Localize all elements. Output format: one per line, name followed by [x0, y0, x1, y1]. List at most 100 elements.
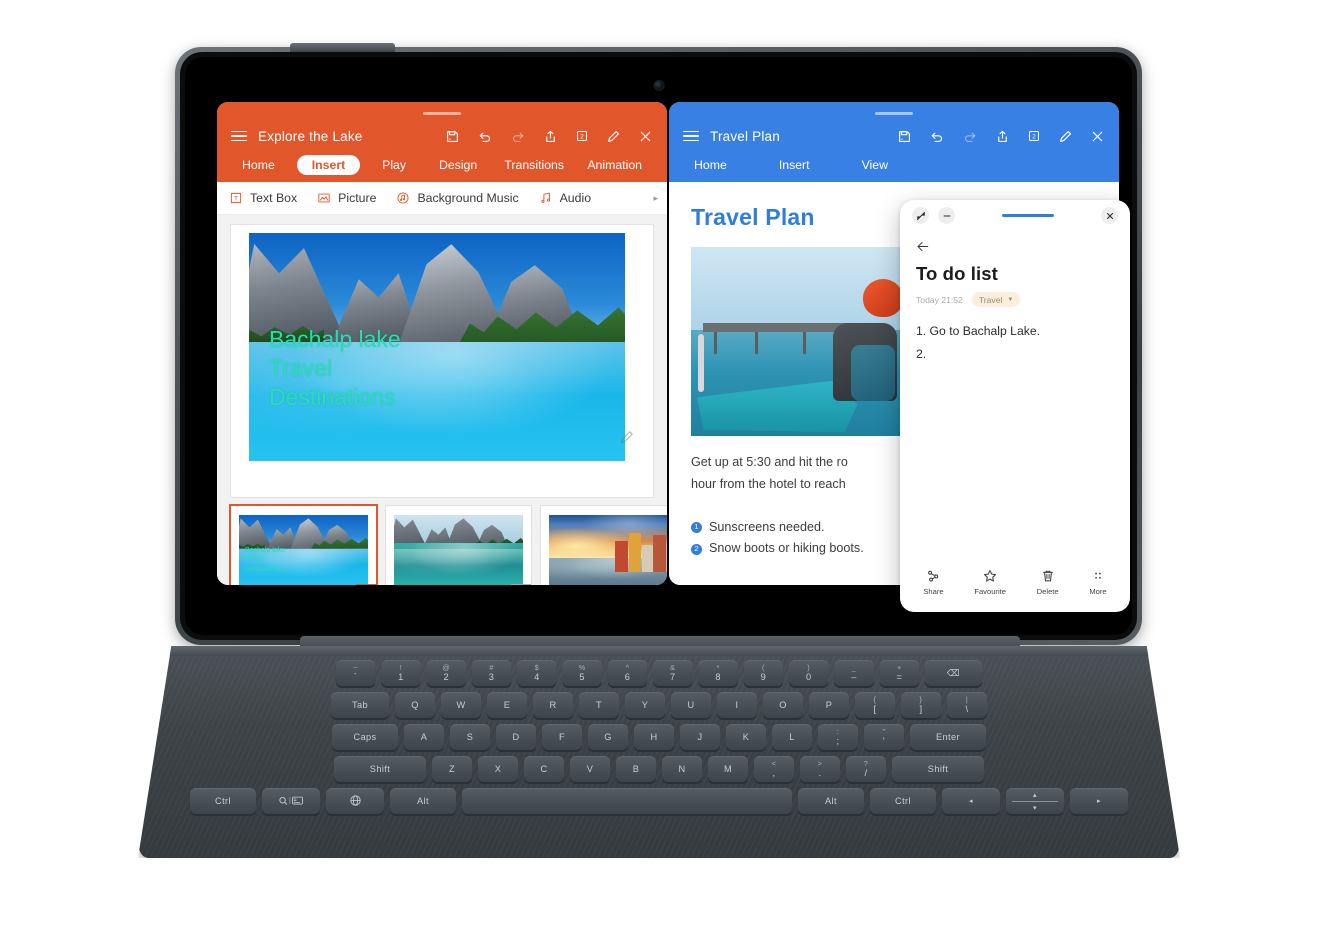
key-globe[interactable] [326, 788, 384, 814]
pen-edit-icon[interactable] [606, 129, 621, 144]
key-z[interactable]: Z [432, 756, 472, 782]
note-title[interactable]: To do list [916, 263, 1114, 285]
tab-insert[interactable]: Insert [296, 155, 361, 175]
key-arrow-up-down[interactable]: ▴ ▾ [1006, 788, 1064, 814]
key-space[interactable] [462, 788, 792, 814]
note-line-2[interactable]: 2. [916, 343, 1114, 366]
slide-thumbnail-strip[interactable]: Bachalp lake Travel Destinations 1 [217, 497, 667, 585]
minimize-icon[interactable] [938, 207, 955, 224]
key-i[interactable]: I [717, 692, 757, 718]
key-x[interactable]: X [478, 756, 518, 782]
pages-count-icon-right[interactable]: 2 [1027, 129, 1041, 143]
keyboard-case[interactable]: ~ ` ! 1 @2 #3 $4 % 5 ^ 6 & 7 * 8 (9 ) 0 _ – + = ⌫… [138, 646, 1180, 858]
key-n[interactable]: N [662, 756, 702, 782]
key-l[interactable]: L [772, 724, 812, 750]
key-j[interactable]: J [680, 724, 720, 750]
key-b[interactable]: B [616, 756, 656, 782]
key-7[interactable]: & 7 [653, 660, 693, 686]
share-button[interactable]: Share [923, 568, 944, 596]
key-arrow-left[interactable]: ◂ [942, 788, 1000, 814]
thumbnail-slide-1[interactable]: Bachalp lake Travel Destinations 1 [231, 506, 376, 585]
key-8[interactable]: * 8 [698, 660, 738, 686]
tab-home[interactable]: Home [231, 155, 286, 175]
save-icon[interactable] [445, 129, 460, 144]
key-backspace[interactable]: ⌫ [924, 660, 983, 686]
tab-view-right[interactable]: View [851, 155, 899, 175]
key-y[interactable]: Y [625, 692, 665, 718]
key-q[interactable]: Q [395, 692, 435, 718]
tab-animation[interactable]: Animation [576, 155, 653, 175]
key-bracket-left[interactable]: {[ [855, 692, 895, 718]
tab-home-right[interactable]: Home [683, 155, 738, 175]
note-tag-chip[interactable]: Travel ▼ [971, 292, 1021, 307]
key-shift-left[interactable]: Shift [334, 756, 426, 782]
key-arrow-right[interactable]: ▸ [1070, 788, 1128, 814]
undo-icon[interactable] [477, 129, 493, 144]
key-backslash[interactable]: | \ [947, 692, 987, 718]
key-h[interactable]: H [634, 724, 674, 750]
key-3[interactable]: #3 [471, 660, 512, 686]
undo-icon-right[interactable] [929, 129, 945, 144]
notes-close-icon[interactable] [1101, 207, 1118, 224]
key-4[interactable]: $4 [517, 660, 557, 686]
key-slash[interactable]: ? / [846, 756, 886, 782]
split-screen-divider-handle[interactable] [698, 334, 704, 392]
window-grab-bar-right[interactable] [875, 112, 913, 115]
key-f[interactable]: F [542, 724, 582, 750]
key-1[interactable]: ! 1 [381, 660, 421, 686]
window-grab-bar[interactable] [423, 112, 461, 115]
key-enter[interactable]: Enter [910, 724, 986, 750]
thumbnail-slide-3[interactable]: 3 [541, 506, 667, 585]
key-p[interactable]: P [809, 692, 849, 718]
key-comma[interactable]: <, [754, 756, 794, 782]
key-equals[interactable]: + = [879, 660, 920, 686]
more-button[interactable]: More [1089, 568, 1107, 596]
key-shift-right[interactable]: Shift [892, 756, 984, 782]
key-g[interactable]: G [588, 724, 628, 750]
hamburger-menu-icon[interactable] [231, 130, 247, 142]
key-s[interactable]: S [450, 724, 490, 750]
key-d[interactable]: D [496, 724, 536, 750]
close-icon-right[interactable] [1090, 129, 1105, 144]
pen-edit-icon-right[interactable] [1058, 129, 1073, 144]
ribbon-text-box[interactable]: T Text Box [229, 191, 297, 205]
power-button[interactable] [290, 43, 395, 52]
delete-button[interactable]: Delete [1037, 568, 1059, 596]
key-period[interactable]: >. [800, 756, 840, 782]
save-icon-right[interactable] [897, 129, 912, 144]
ribbon-background-music[interactable]: Background Music [396, 191, 519, 205]
tab-design[interactable]: Design [428, 155, 488, 175]
key-e[interactable]: E [487, 692, 527, 718]
share-icon-right[interactable] [995, 129, 1010, 144]
key-w[interactable]: W [441, 692, 481, 718]
pages-count-icon[interactable]: 2 [575, 129, 589, 143]
key-u[interactable]: U [671, 692, 711, 718]
current-slide[interactable]: Bachalp lake Travel Destinations [231, 225, 653, 497]
key-0[interactable]: ) 0 [789, 660, 829, 686]
note-body[interactable]: 1. Go to Bachalp Lake. 2. [916, 320, 1114, 365]
key-t[interactable]: T [579, 692, 619, 718]
key-c[interactable]: C [524, 756, 564, 782]
floating-notes-window[interactable]: To do list Today 21:52 Travel ▼ 1. Go to… [900, 200, 1130, 612]
tab-transitions[interactable]: Transitions [493, 155, 575, 175]
key-ctrl-right[interactable]: Ctrl [870, 788, 936, 814]
thumbnail-slide-2[interactable]: 2 [386, 506, 531, 585]
close-icon[interactable] [638, 129, 653, 144]
ribbon-audio[interactable]: Audio [539, 191, 591, 205]
notes-content[interactable]: To do list Today 21:52 Travel ▼ 1. Go to… [900, 261, 1130, 568]
key-backtick[interactable]: ~ ` [335, 660, 376, 686]
key-tab[interactable]: Tab [331, 692, 389, 718]
key-quote[interactable]: " ' [864, 724, 904, 750]
tab-play[interactable]: Play [371, 155, 417, 175]
key-v[interactable]: V [570, 756, 610, 782]
key-minus[interactable]: _ – [834, 660, 874, 686]
favourite-button[interactable]: Favourite [974, 568, 1006, 596]
hamburger-menu-icon-right[interactable] [683, 130, 699, 142]
notes-drag-handle[interactable] [1002, 213, 1054, 218]
notes-back-button[interactable] [900, 231, 1130, 261]
key-bracket-right[interactable]: }] [901, 692, 941, 718]
expand-icon[interactable] [912, 207, 929, 224]
key-alt-right[interactable]: Alt [798, 788, 864, 814]
key-o[interactable]: O [763, 692, 803, 718]
key-6[interactable]: ^ 6 [607, 660, 648, 686]
